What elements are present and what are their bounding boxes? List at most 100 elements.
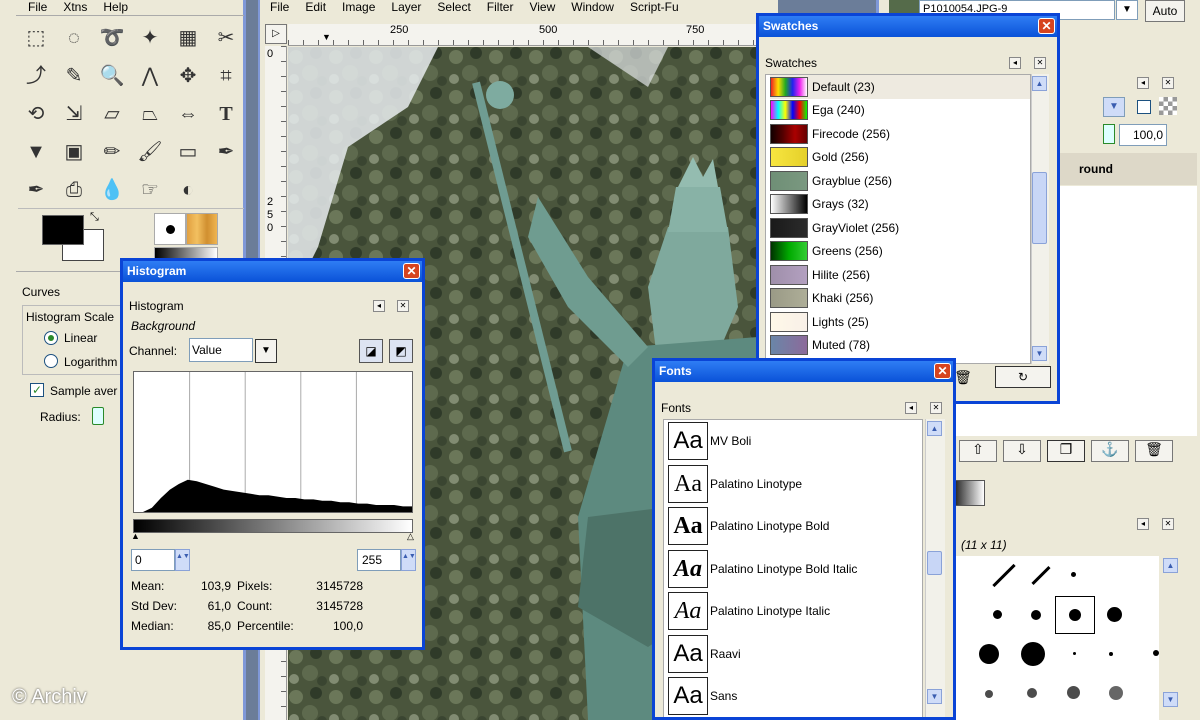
radio-logarithm[interactable] <box>44 354 58 368</box>
panel-close-icon[interactable]: ✕ <box>1034 57 1046 69</box>
log-histogram-button[interactable]: ◩ <box>389 339 413 363</box>
panel-close-icon[interactable]: ✕ <box>930 402 942 414</box>
free-select-tool-icon[interactable]: ➰ <box>98 24 126 52</box>
font-row[interactable]: Aa Raavi <box>668 633 922 676</box>
font-row[interactable]: Aa Palatino Linotype Italic <box>668 590 922 633</box>
menu-image[interactable]: Image <box>342 0 375 14</box>
close-icon[interactable]: ✕ <box>403 263 420 279</box>
keep-transparency-checkbox[interactable] <box>1137 100 1151 114</box>
font-row[interactable]: Aa Sans <box>668 675 922 717</box>
palette-row[interactable]: Khaki (256) <box>770 287 1030 311</box>
refresh-palettes-button[interactable]: ↻ <box>995 366 1051 388</box>
fuzzy-select-tool-icon[interactable]: ✦ <box>136 24 164 52</box>
menu-view[interactable]: View <box>529 0 555 14</box>
brush-dot[interactable] <box>1109 686 1123 700</box>
brushes-scroll-down[interactable]: ▼ <box>1163 692 1178 707</box>
brush-dot[interactable] <box>1067 686 1080 699</box>
bucket-fill-tool-icon[interactable]: ▼ <box>22 138 50 166</box>
range-min-marker-icon[interactable]: ▲ <box>131 531 140 541</box>
menu-script-fu[interactable]: Script-Fu <box>630 0 679 14</box>
ink-tool-icon[interactable]: ✒ <box>22 176 50 204</box>
eraser-tool-icon[interactable]: ▭ <box>174 138 202 166</box>
menu-file[interactable]: File <box>28 0 47 14</box>
brush-dot[interactable] <box>1021 642 1045 666</box>
linear-histogram-button[interactable]: ◪ <box>359 339 383 363</box>
ellipse-select-tool-icon[interactable]: ◌ <box>60 24 88 52</box>
brush-dot[interactable] <box>1107 607 1122 622</box>
opacity-value[interactable]: 100,0 <box>1119 124 1167 146</box>
brush-slash-2[interactable] <box>1031 565 1051 586</box>
channel-select[interactable]: Value <box>189 338 253 362</box>
font-row[interactable]: Aa Palatino Linotype Bold Italic <box>668 548 922 591</box>
fonts-titlebar[interactable]: Fonts ✕ <box>655 361 953 382</box>
palette-row[interactable]: Firecode (256) <box>770 122 1030 146</box>
palette-row[interactable]: Lights (25) <box>770 310 1030 334</box>
palette-row[interactable]: Ega (240) <box>770 99 1030 123</box>
histogram-titlebar[interactable]: Histogram ✕ <box>123 261 422 282</box>
clone-tool-icon[interactable]: ⎙ <box>60 176 88 204</box>
palette-scroll-up[interactable]: ▲ <box>1032 76 1047 91</box>
delete-layer-button[interactable]: 🗑 <box>1135 440 1173 462</box>
brushes-scroll-up[interactable]: ▲ <box>1163 558 1178 573</box>
duplicate-layer-button[interactable]: ❐ <box>1047 440 1085 462</box>
smudge-tool-icon[interactable]: ☞ <box>136 176 164 204</box>
brush-dot[interactable] <box>979 644 999 664</box>
paths-tool-icon[interactable]: ⤴ <box>22 62 50 90</box>
measure-tool-icon[interactable]: ⋀ <box>136 62 164 90</box>
menu-file[interactable]: File <box>270 0 289 14</box>
color-select-tool-icon[interactable]: ▦ <box>174 24 202 52</box>
layer-mode-dropdown-button[interactable]: ▼ <box>1103 97 1125 117</box>
font-row[interactable]: Aa Palatino Linotype Bold <box>668 505 922 548</box>
palette-row[interactable]: Hilite (256) <box>770 263 1030 287</box>
flip-tool-icon[interactable]: ⇔ <box>174 100 202 128</box>
raise-layer-button[interactable]: ⇧ <box>959 440 997 462</box>
menu-layer[interactable]: Layer <box>391 0 421 14</box>
palette-row[interactable]: Grays (32) <box>770 193 1030 217</box>
font-row[interactable]: Aa Palatino Linotype <box>668 463 922 506</box>
palette-list[interactable]: Default (23) Ega (240) Firecode (256) Gold … <box>765 74 1031 364</box>
paintbrush-tool-icon[interactable]: 🖌 <box>136 138 164 166</box>
panel-close-icon[interactable]: ✕ <box>397 300 409 312</box>
zoom-tool-icon[interactable]: 🔍 <box>98 62 126 90</box>
brush-dot[interactable] <box>1109 652 1113 656</box>
brush-dot[interactable] <box>1153 650 1159 656</box>
palette-scroll-thumb[interactable] <box>1032 172 1047 244</box>
range-max-spinner[interactable]: ▲▼ <box>401 549 416 571</box>
brushes-close-icon[interactable]: ✕ <box>1162 518 1174 530</box>
pencil-tool-icon[interactable]: ✏ <box>98 138 126 166</box>
radio-linear[interactable] <box>44 331 58 345</box>
auto-button[interactable]: Auto <box>1145 0 1185 22</box>
opacity-slider-handle[interactable] <box>1103 124 1115 144</box>
menu-xtns[interactable]: Xtns <box>63 0 87 14</box>
panel-menu-icon[interactable]: ◂ <box>373 300 385 312</box>
range-min-input[interactable]: 0 <box>131 549 175 571</box>
range-max-input[interactable]: 255 <box>357 549 401 571</box>
close-icon[interactable]: ✕ <box>934 363 951 379</box>
color-picker-tool-icon[interactable]: ✎ <box>60 62 88 90</box>
airbrush-tool-icon[interactable]: ✒ <box>212 138 240 166</box>
shear-tool-icon[interactable]: ▱ <box>98 100 126 128</box>
scissors-select-tool-icon[interactable]: ✂ <box>212 24 240 52</box>
range-min-spinner[interactable]: ▲▼ <box>175 549 190 571</box>
swap-colors-icon[interactable]: ⤡ <box>90 211 99 224</box>
rotate-tool-icon[interactable]: ⟲ <box>22 100 50 128</box>
font-scroll-up[interactable]: ▲ <box>927 421 942 436</box>
panel-menu-icon[interactable]: ◂ <box>1009 57 1021 69</box>
palette-row[interactable]: Muted (78) <box>770 334 1030 358</box>
palette-scroll-down[interactable]: ▼ <box>1032 346 1047 361</box>
panel-menu-icon[interactable]: ◂ <box>1137 77 1149 89</box>
dodge-tool-icon[interactable]: ◐ <box>174 176 202 204</box>
brush-dot[interactable] <box>993 610 1002 619</box>
perspective-tool-icon[interactable]: ⏢ <box>136 100 164 128</box>
font-scroll-thumb[interactable] <box>927 551 942 575</box>
font-scroll-down[interactable]: ▼ <box>927 689 942 704</box>
panel-close-icon[interactable]: ✕ <box>1162 77 1174 89</box>
brushes-menu-icon[interactable]: ◂ <box>1137 518 1149 530</box>
brush-indicator[interactable] <box>154 213 186 245</box>
crop-tool-icon[interactable]: ⌗ <box>212 62 240 90</box>
palette-row[interactable]: GrayViolet (256) <box>770 216 1030 240</box>
brush-dot[interactable] <box>1031 610 1041 620</box>
histogram-plot[interactable] <box>133 371 413 513</box>
brush-dot[interactable] <box>1071 572 1076 577</box>
palette-row[interactable]: Default (23) <box>770 75 1030 99</box>
